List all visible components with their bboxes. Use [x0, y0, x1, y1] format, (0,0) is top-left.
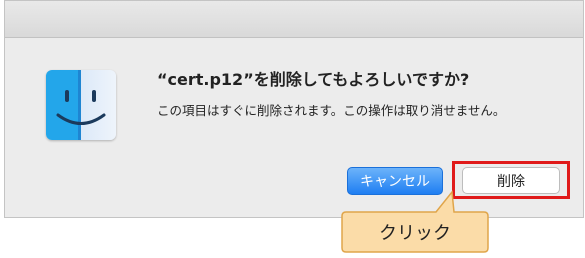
screenshot-stage: “cert.p12”を削除してもよろしいですか? この項目はすぐに削除されます。… — [0, 0, 585, 258]
dialog-titlebar — [5, 1, 583, 38]
dialog-title: “cert.p12”を削除してもよろしいですか? — [157, 70, 470, 89]
dialog-message: この項目はすぐに削除されます。この操作は取り消せません。 — [157, 103, 506, 118]
callout-label: クリック — [379, 223, 451, 244]
finder-icon — [46, 70, 116, 140]
finder-face-graphic — [56, 70, 106, 140]
